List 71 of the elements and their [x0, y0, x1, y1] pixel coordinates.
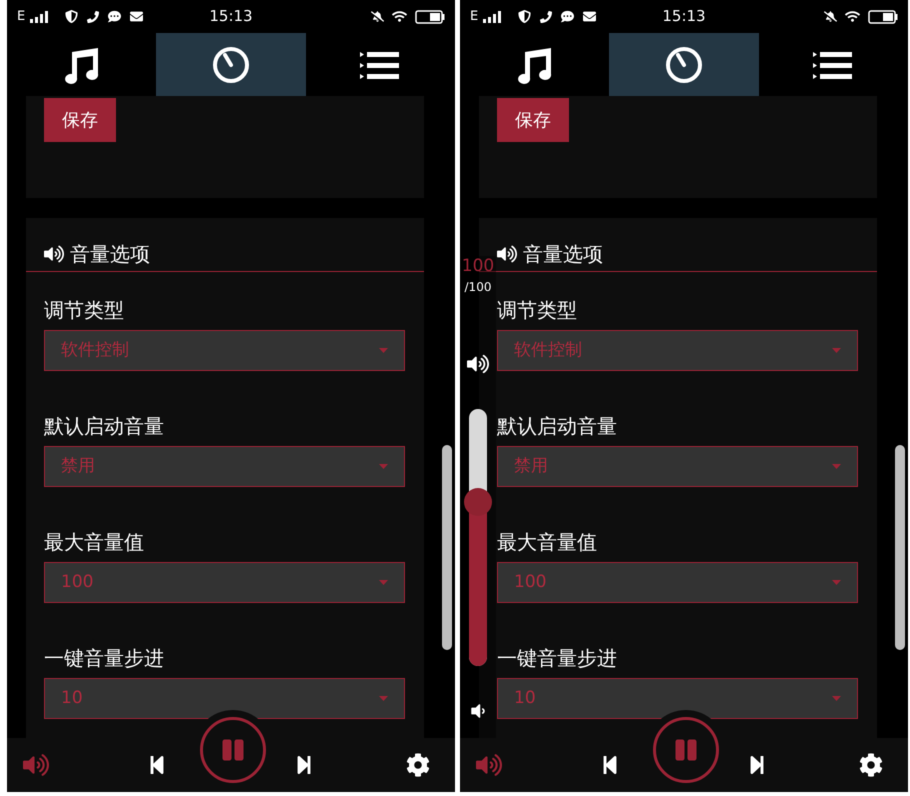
dropdown[interactable]: 100 [44, 562, 405, 603]
scrollbar[interactable] [442, 445, 452, 650]
caret-icon [832, 580, 841, 585]
caret-icon [379, 696, 388, 701]
scrollbar[interactable] [895, 445, 905, 650]
dropdown[interactable]: 10 [44, 678, 405, 719]
settings-icon[interactable] [406, 753, 430, 777]
speaker-icon [467, 353, 489, 375]
caret-icon [832, 696, 841, 701]
phone-icon [87, 10, 100, 22]
chat-icon [561, 10, 574, 23]
caret-icon [379, 580, 388, 585]
dropdown[interactable]: 软件控制 [44, 330, 405, 371]
caret-icon [832, 464, 841, 469]
clock-time: 15:13 [662, 6, 706, 28]
tab[interactable] [156, 33, 306, 96]
volume-reading: 100 [462, 258, 494, 275]
speaker-icon [497, 244, 517, 264]
speaker-icon [44, 244, 64, 264]
caret-icon [832, 348, 841, 353]
settings-icon[interactable] [859, 753, 883, 777]
setting-label: 调节类型 [44, 300, 124, 320]
setting-label: 默认启动音量 [44, 416, 164, 436]
wifi-icon [392, 9, 407, 24]
shield-icon [518, 10, 532, 23]
pause-icon [221, 738, 245, 762]
pause-icon [674, 738, 698, 762]
save-button[interactable]: 保存 [44, 98, 116, 142]
mail-icon [583, 10, 596, 23]
network-type: E [17, 10, 26, 23]
volume-slider[interactable] [464, 409, 492, 666]
save-button[interactable]: 保存 [497, 98, 569, 142]
setting-label: 默认启动音量 [497, 416, 617, 436]
dropdown[interactable]: 软件控制 [497, 330, 858, 371]
dial-icon [664, 44, 704, 84]
shield-icon [65, 10, 78, 23]
dropdown[interactable]: 禁用 [44, 446, 405, 487]
wifi-icon [845, 9, 860, 24]
battery-icon [868, 10, 898, 24]
dial-icon [210, 44, 251, 84]
speaker-icon[interactable] [476, 752, 502, 778]
clock-time: 15:13 [209, 6, 253, 28]
battery-icon [415, 10, 445, 24]
phone-icon [540, 10, 552, 22]
mail-icon [130, 10, 144, 23]
caret-icon [379, 348, 388, 353]
dropdown[interactable]: 10 [497, 678, 858, 719]
volume-max: /100 [464, 281, 492, 293]
setting-label: 一键音量步进 [44, 648, 164, 668]
setting-label: 最大音量值 [44, 532, 144, 552]
speaker-low-icon [469, 702, 487, 720]
next-icon[interactable] [748, 754, 766, 776]
chat-icon [108, 10, 122, 23]
mute-icon [371, 10, 384, 23]
setting-label: 最大音量值 [497, 532, 597, 552]
pause-button[interactable] [200, 717, 266, 783]
next-icon[interactable] [295, 754, 313, 776]
dropdown[interactable]: 禁用 [497, 446, 858, 487]
dropdown[interactable]: 100 [497, 562, 858, 603]
mute-icon [824, 10, 837, 23]
speaker-icon[interactable] [23, 752, 49, 778]
section-title: 音量选项 [70, 241, 150, 268]
setting-label: 一键音量步进 [497, 648, 617, 668]
previous-icon[interactable] [601, 754, 619, 776]
previous-icon[interactable] [148, 754, 166, 776]
network-type: E [470, 10, 478, 23]
setting-label: 调节类型 [497, 300, 577, 320]
caret-icon [379, 464, 388, 469]
pause-button[interactable] [653, 717, 719, 783]
section-title: 音量选项 [523, 241, 603, 268]
tab[interactable] [609, 33, 759, 96]
